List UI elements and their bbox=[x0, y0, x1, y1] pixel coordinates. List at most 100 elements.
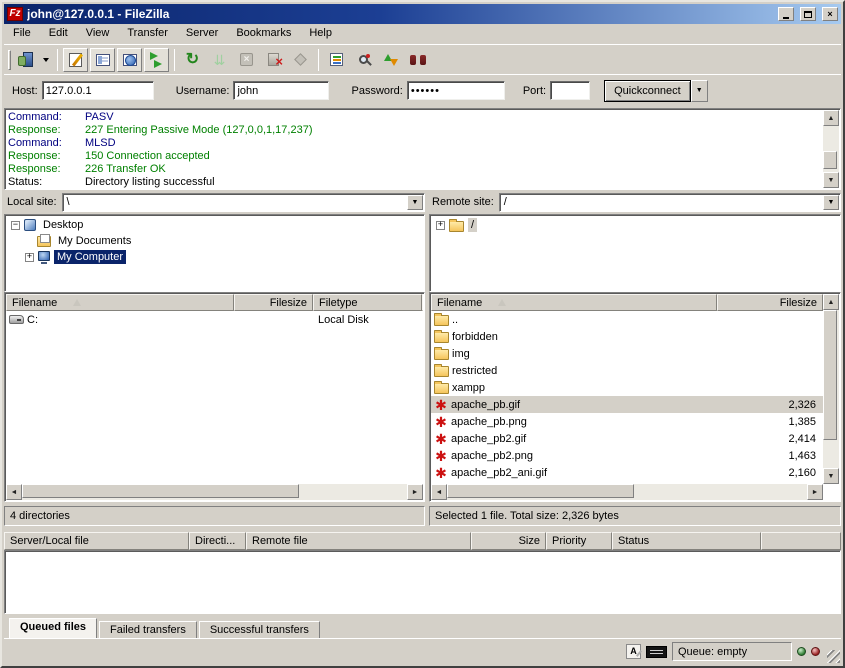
scroll-right-icon[interactable]: ► bbox=[807, 484, 823, 500]
close-button[interactable]: × bbox=[822, 7, 838, 21]
menu-transfer[interactable]: Transfer bbox=[118, 24, 177, 44]
file-row[interactable]: forbidden bbox=[431, 328, 823, 345]
cancel-button[interactable]: × bbox=[234, 48, 259, 72]
menu-bookmarks[interactable]: Bookmarks bbox=[227, 24, 300, 44]
indicator-badge-icon[interactable] bbox=[646, 646, 667, 658]
collapse-icon[interactable]: − bbox=[11, 221, 20, 230]
file-row[interactable]: img bbox=[431, 345, 823, 362]
file-row-selected[interactable]: ✱apache_pb.gif2,326 bbox=[431, 396, 823, 413]
host-label: Host: bbox=[12, 85, 38, 97]
local-site-combo[interactable]: \ ▼ bbox=[62, 193, 425, 212]
file-row[interactable]: ✱apache_pb.png1,385 bbox=[431, 413, 823, 430]
local-horizontal-scrollbar[interactable]: ◄ ► bbox=[6, 484, 423, 500]
scrollbar-thumb[interactable] bbox=[823, 310, 837, 440]
sort-ascending-icon bbox=[498, 299, 506, 306]
scroll-left-icon[interactable]: ◄ bbox=[431, 484, 447, 500]
column-header-size[interactable]: Size bbox=[471, 532, 546, 550]
ascii-mode-icon[interactable]: A bbox=[626, 644, 641, 659]
scrollbar-thumb[interactable] bbox=[22, 484, 299, 498]
quickconnect-dropdown-button[interactable]: ▼ bbox=[691, 80, 708, 102]
tab-successful-transfers[interactable]: Successful transfers bbox=[199, 621, 320, 639]
remote-vertical-scrollbar[interactable]: ▲ ▼ bbox=[823, 294, 839, 484]
queue-list bbox=[4, 550, 841, 614]
file-row[interactable]: ✱apache_pb2_ani.gif2,160 bbox=[431, 464, 823, 481]
process-queue-button[interactable]: ⇊ bbox=[207, 48, 232, 72]
disconnect-button[interactable] bbox=[261, 48, 286, 72]
username-input[interactable] bbox=[233, 81, 329, 100]
scroll-right-icon[interactable]: ► bbox=[407, 484, 423, 500]
column-header-last-modified[interactable]: L bbox=[422, 294, 423, 311]
refresh-button[interactable]: ↻ bbox=[180, 48, 205, 72]
tab-failed-transfers[interactable]: Failed transfers bbox=[99, 621, 197, 639]
remote-site-combo[interactable]: / ▼ bbox=[499, 193, 841, 212]
column-header-filesize[interactable]: Filesize bbox=[717, 294, 823, 311]
column-header-filesize[interactable]: Filesize bbox=[234, 294, 313, 311]
toggle-transfer-queue-button[interactable] bbox=[144, 48, 169, 72]
column-header-filename[interactable]: Filename bbox=[6, 294, 234, 311]
scroll-up-icon[interactable]: ▲ bbox=[823, 294, 839, 310]
local-site-dropdown-button[interactable]: ▼ bbox=[407, 195, 423, 210]
log-line: Response:226 Transfer OK bbox=[8, 163, 820, 176]
expand-icon[interactable]: + bbox=[436, 221, 445, 230]
toolbar-grip[interactable] bbox=[8, 50, 11, 70]
filter-button[interactable] bbox=[288, 48, 313, 72]
tree-item-desktop[interactable]: − Desktop bbox=[7, 217, 422, 233]
toggle-message-log-button[interactable] bbox=[63, 48, 88, 72]
scroll-left-icon[interactable]: ◄ bbox=[6, 484, 22, 500]
file-row[interactable]: .. bbox=[431, 311, 823, 328]
port-input[interactable] bbox=[550, 81, 590, 100]
column-header-priority[interactable]: Priority bbox=[546, 532, 612, 550]
search-button[interactable] bbox=[351, 48, 376, 72]
expand-icon[interactable]: + bbox=[25, 253, 34, 262]
file-row-c-drive[interactable]: C: Local Disk bbox=[6, 311, 423, 328]
column-header-filetype[interactable]: Filetype bbox=[313, 294, 422, 311]
log-scrollbar[interactable]: ▲ ▼ bbox=[823, 110, 839, 188]
username-label: Username: bbox=[176, 85, 230, 97]
file-row[interactable]: ✱apache_pb2.gif2,414 bbox=[431, 430, 823, 447]
toggle-remote-tree-button[interactable] bbox=[117, 48, 142, 72]
scroll-down-icon[interactable]: ▼ bbox=[823, 468, 839, 484]
password-input[interactable] bbox=[407, 81, 505, 100]
scroll-down-icon[interactable]: ▼ bbox=[823, 172, 839, 188]
tree-item-my-documents[interactable]: My Documents bbox=[7, 233, 422, 249]
menu-edit[interactable]: Edit bbox=[40, 24, 77, 44]
image-file-icon: ✱ bbox=[434, 450, 448, 462]
queue-header: Server/Local file Directi... Remote file… bbox=[4, 532, 841, 550]
maximize-button[interactable] bbox=[800, 7, 816, 21]
quickconnect-button[interactable]: Quickconnect bbox=[604, 80, 691, 102]
scrollbar-thumb[interactable] bbox=[447, 484, 634, 498]
menu-file[interactable]: File bbox=[4, 24, 40, 44]
menu-view[interactable]: View bbox=[77, 24, 119, 44]
tree-item-root[interactable]: + / bbox=[432, 217, 838, 233]
image-file-icon: ✱ bbox=[434, 399, 448, 411]
column-header-remote-file[interactable]: Remote file bbox=[246, 532, 471, 550]
file-row[interactable]: xampp bbox=[431, 379, 823, 396]
synchronized-browsing-button[interactable] bbox=[378, 48, 403, 72]
column-header-status[interactable]: Status bbox=[612, 532, 761, 550]
scroll-up-icon[interactable]: ▲ bbox=[823, 110, 839, 126]
minimize-button[interactable] bbox=[778, 7, 794, 21]
remote-site-dropdown-button[interactable]: ▼ bbox=[823, 195, 839, 210]
remote-site-row: Remote site: / ▼ bbox=[429, 192, 841, 212]
host-input[interactable] bbox=[42, 81, 154, 100]
led-green-icon bbox=[797, 647, 806, 656]
resize-grip-icon[interactable] bbox=[827, 650, 840, 663]
file-row[interactable]: restricted bbox=[431, 362, 823, 379]
directory-comparison-icon bbox=[330, 53, 343, 66]
toggle-local-tree-button[interactable] bbox=[90, 48, 115, 72]
column-header-filename[interactable]: Filename bbox=[431, 294, 717, 311]
message-log: Command:PASV Response:227 Entering Passi… bbox=[4, 108, 841, 190]
menu-help[interactable]: Help bbox=[300, 24, 341, 44]
site-manager-button[interactable] bbox=[15, 48, 40, 72]
file-row[interactable]: ✱apache_pb2.png1,463 bbox=[431, 447, 823, 464]
tree-item-my-computer[interactable]: + My Computer bbox=[7, 249, 422, 265]
menu-server[interactable]: Server bbox=[177, 24, 227, 44]
directory-comparison-button[interactable] bbox=[324, 48, 349, 72]
column-header-server-local-file[interactable]: Server/Local file bbox=[4, 532, 189, 550]
site-manager-dropdown-arrow-icon[interactable] bbox=[43, 58, 49, 62]
tab-queued-files[interactable]: Queued files bbox=[9, 618, 97, 639]
find-files-button[interactable] bbox=[405, 48, 430, 72]
scrollbar-thumb[interactable] bbox=[823, 151, 837, 169]
column-header-direction[interactable]: Directi... bbox=[189, 532, 246, 550]
remote-horizontal-scrollbar[interactable]: ◄ ► bbox=[431, 484, 823, 500]
